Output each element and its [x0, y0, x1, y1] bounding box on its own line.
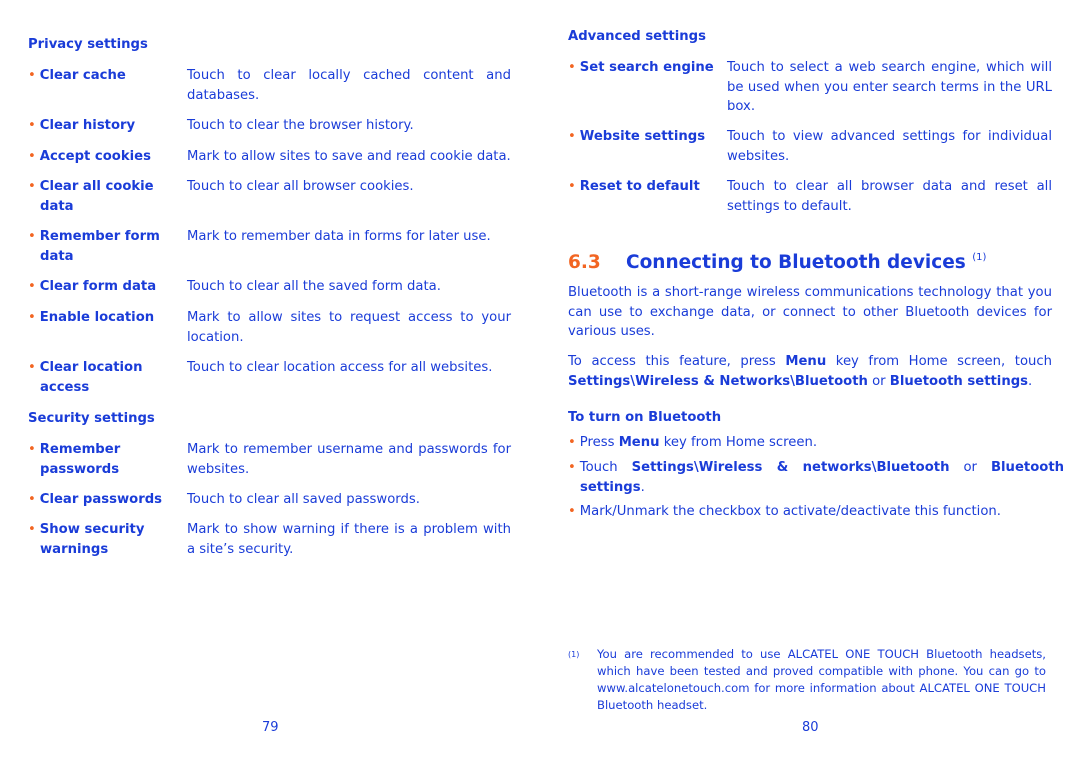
bold-term: Settings\Wireless & Networks\Bluetooth	[568, 373, 868, 389]
turn-on-heading: To turn on Bluetooth	[568, 410, 722, 425]
setting-label: • Show security warnings	[28, 522, 145, 557]
bullet-icon: •	[28, 310, 36, 325]
setting-label: • Clear location access	[28, 360, 143, 395]
bullet-icon: •	[568, 129, 576, 144]
bullet-icon: •	[28, 442, 36, 457]
setting-label: • Clear passwords	[28, 492, 162, 507]
setting-label: • Set search engine	[568, 60, 714, 75]
bullet-icon: •	[28, 68, 36, 83]
bullet-icon: •	[568, 504, 576, 519]
setting-description: Touch to clear locally cached content an…	[187, 68, 511, 103]
setting-label: • Enable location	[28, 310, 155, 325]
bullet-icon: •	[568, 460, 576, 475]
access-paragraph: To access this feature, press Menu key f…	[568, 352, 1052, 391]
setting-label: • Clear all cookie data	[28, 179, 154, 214]
page-number: 80	[802, 720, 819, 735]
page-number: 79	[262, 720, 279, 735]
setting-description: Touch to clear location access for all w…	[187, 360, 493, 375]
intro-paragraph: Bluetooth is a short-range wireless comm…	[568, 285, 1052, 339]
setting-description: Touch to clear the browser history.	[187, 118, 414, 133]
advanced-settings-heading: Advanced settings	[568, 29, 706, 44]
footnote-reference: (1)	[972, 252, 987, 263]
text: .	[1028, 373, 1033, 389]
privacy-settings-heading: Privacy settings	[28, 37, 148, 52]
text: or	[867, 373, 890, 389]
bullet-icon: •	[568, 60, 576, 75]
setting-label: • Clear cache	[28, 68, 126, 83]
setting-label: • Clear form data	[28, 279, 157, 294]
setting-description: Touch to clear all saved passwords.	[187, 492, 420, 507]
setting-label: • Reset to default	[568, 179, 700, 194]
text: Touch	[579, 460, 632, 475]
setting-description: Mark to remember username and passwords …	[187, 442, 511, 477]
bullet-icon: •	[28, 360, 36, 375]
text: key from Home screen, touch	[826, 354, 1052, 369]
section-title: 6.3 Connecting to Bluetooth devices (1)	[568, 248, 986, 273]
bullet-icon: •	[568, 179, 576, 194]
bold-term: Menu	[618, 435, 660, 450]
bullet-icon: •	[28, 149, 36, 164]
setting-label: • Clear history	[28, 118, 136, 133]
footnote: You are recommended to use ALCATEL ONE T…	[597, 647, 1046, 712]
bold-term: Menu	[785, 354, 827, 369]
text: key from Home screen.	[659, 435, 818, 450]
bullet-icon: •	[28, 492, 36, 507]
step-1: • Press Menu key from Home screen.	[568, 433, 1064, 453]
setting-description: Mark to allow sites to request access to…	[187, 310, 511, 345]
setting-label: • Remember form data	[28, 229, 160, 264]
bullet-icon: •	[28, 522, 36, 537]
bullet-icon: •	[28, 229, 36, 244]
bullet-icon: •	[568, 435, 576, 450]
setting-description: Touch to clear all the saved form data.	[187, 279, 441, 294]
bullet-icon: •	[28, 279, 36, 294]
section-number: 6.3	[568, 252, 601, 273]
text: .	[640, 479, 645, 495]
setting-description: Touch to select a web search engine, whi…	[727, 60, 1052, 114]
bullet-icon: •	[28, 179, 36, 194]
step-2: • Touch Settings\Wireless & networks\Blue…	[568, 458, 1064, 497]
security-settings-heading: Security settings	[28, 411, 155, 426]
setting-description: Mark to remember data in forms for later…	[187, 229, 491, 244]
setting-label: • Website settings	[568, 129, 706, 144]
bullet-icon: •	[28, 118, 36, 133]
setting-description: Touch to clear all browser data and rese…	[727, 179, 1052, 214]
text: Press	[579, 435, 619, 450]
setting-description: Mark to allow sites to save and read coo…	[187, 149, 511, 164]
setting-label: • Remember passwords	[28, 442, 121, 477]
section-title-text: Connecting to Bluetooth devices	[626, 252, 966, 273]
manual-spread: Privacy settings • Clear cache Touch to cl…	[0, 0, 1080, 767]
setting-description: Touch to view advanced settings for indi…	[727, 129, 1052, 164]
bold-term: Bluetooth settings	[889, 373, 1029, 389]
setting-description: Touch to clear all browser cookies.	[187, 179, 414, 194]
setting-label: • Accept cookies	[28, 149, 151, 164]
setting-description: Mark to show warning if there is a probl…	[187, 522, 511, 557]
footnote-mark: (1)	[568, 650, 580, 659]
step-3: • Mark/Unmark the checkbox to activate/de…	[568, 504, 1001, 519]
bold-term: Settings\Wireless & networks\Bluetooth	[631, 460, 950, 475]
text: or	[949, 460, 991, 475]
text: To access this feature, press	[568, 354, 786, 369]
